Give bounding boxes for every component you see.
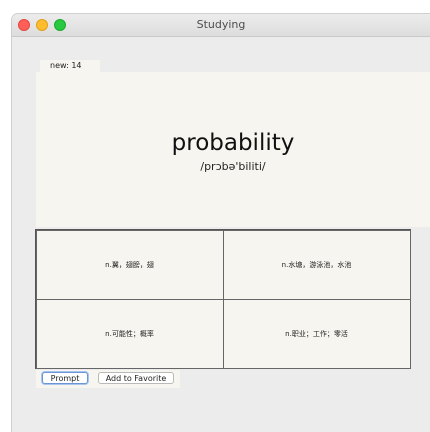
word-text: probability — [171, 130, 295, 156]
answer-option-2[interactable]: n.水塘，游泳池，水池 — [222, 229, 411, 300]
new-count-label: new: — [50, 61, 69, 70]
answer-option-3[interactable]: n.可能性；概率 — [35, 298, 224, 369]
window-title: Studying — [196, 18, 246, 31]
answer-option-1[interactable]: n.翼，翅膀，翅 — [35, 229, 224, 300]
phonetic-text: /prɔbə'biliti/ — [200, 160, 266, 173]
app-window: Studying new: 14 probability /prɔbə'bili… — [12, 14, 430, 432]
word-card: probability /prɔbə'biliti/ — [36, 72, 430, 227]
new-count-value: 14 — [71, 61, 82, 70]
button-bar: Prompt Add to Favorite — [36, 370, 180, 388]
add-to-favorite-button[interactable]: Add to Favorite — [98, 372, 174, 384]
title-bar: Studying — [12, 14, 430, 37]
new-count-tab: new: 14 — [40, 60, 100, 72]
answer-options-grid: n.翼，翅膀，翅 n.水塘，游泳池，水池 n.可能性；概率 n.职业；工作；零活 — [35, 229, 411, 369]
answer-option-4[interactable]: n.职业；工作；零活 — [222, 298, 411, 369]
prompt-button[interactable]: Prompt — [42, 372, 88, 384]
